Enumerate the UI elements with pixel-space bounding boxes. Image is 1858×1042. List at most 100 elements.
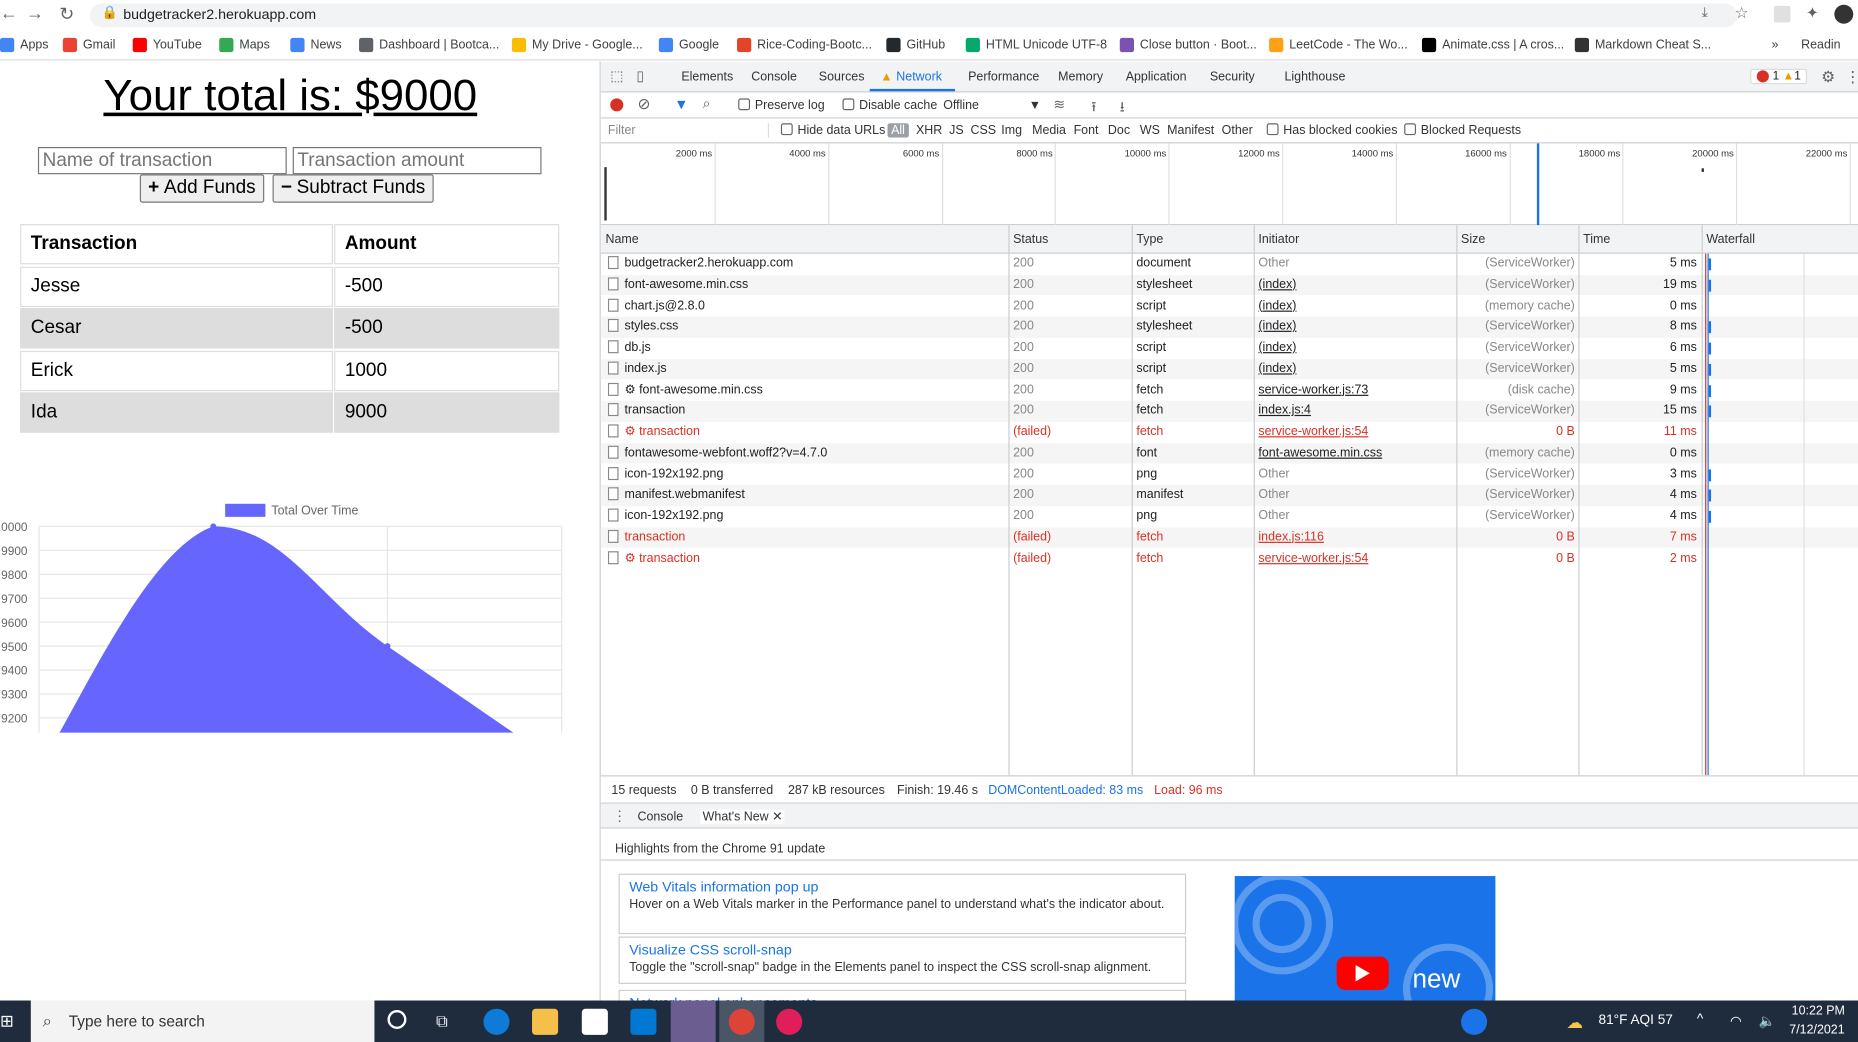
network-request-row[interactable]: index.js 200 script (index) (ServiceWorker) 5… [600, 358, 1858, 380]
devtools-tab-memory[interactable]: Memory [1058, 70, 1103, 84]
blocked-requests-checkbox[interactable]: Blocked Requests [1404, 123, 1521, 138]
bookmark-13[interactable]: Animate.css | A cros... [1421, 37, 1564, 53]
column-header-name[interactable]: Name [600, 225, 1009, 254]
network-request-row[interactable]: transaction 200 fetch index.js:4 (ServiceWor… [600, 400, 1858, 422]
address-bar[interactable] [90, 3, 1738, 28]
whats-new-card[interactable]: Web Vitals information pop up Hover on a … [618, 873, 1187, 935]
bookmark-3[interactable]: Maps [219, 37, 270, 53]
request-initiator[interactable]: service-worker.js:73 [1258, 380, 1454, 401]
devtools-tab-network[interactable]: ▲ Network [880, 70, 942, 84]
clock-date[interactable]: 7/12/2021 [1789, 1023, 1844, 1037]
bookmark-5[interactable]: Dashboard | Bootca... [359, 37, 499, 53]
device-toolbar-icon[interactable]: ▯ [636, 68, 644, 85]
task-view-icon[interactable]: ⧉ [436, 1011, 448, 1031]
type-filter-js[interactable]: JS [949, 123, 964, 137]
devtools-tab-application[interactable]: Application [1126, 70, 1187, 84]
file-explorer-icon[interactable] [532, 1008, 559, 1035]
type-filter-xhr[interactable]: XHR [916, 123, 942, 137]
windows-start-icon[interactable]: ⊞ [0, 1011, 14, 1031]
drawer-tab-whats-new[interactable]: What's New ✕ [700, 809, 785, 824]
settings-gear-icon[interactable]: ⚙ [1821, 68, 1835, 87]
transaction-amount-input[interactable]: Transaction amount [292, 146, 542, 175]
wifi-icon[interactable]: ◠ [1730, 1012, 1742, 1029]
cortana-icon[interactable] [387, 1009, 407, 1029]
card-title[interactable]: Visualize CSS scroll-snap [629, 941, 1175, 958]
type-filter-ws[interactable]: WS [1140, 123, 1160, 137]
subtract-funds-button[interactable]: − Subtract Funds [272, 174, 434, 203]
devtools-tab-lighthouse[interactable]: Lighthouse [1284, 70, 1345, 84]
request-initiator[interactable]: font-awesome.min.css [1258, 443, 1454, 464]
discord-taskbar-button[interactable] [670, 1000, 716, 1042]
request-initiator[interactable]: index.js:116 [1258, 527, 1454, 548]
reading-list[interactable]: Readin [1801, 38, 1840, 52]
card-title[interactable]: Web Vitals information pop up [629, 878, 1175, 895]
disable-cache-checkbox[interactable]: Disable cache [842, 98, 937, 113]
clear-icon[interactable]: ⊘ [638, 95, 651, 114]
devtools-tab-elements[interactable]: Elements [681, 70, 733, 84]
bookmark-10[interactable]: HTML Unicode UTF-8 [965, 37, 1107, 53]
edge-icon[interactable] [483, 1008, 510, 1035]
chevron-up-icon[interactable]: ^ [1697, 1012, 1703, 1026]
profile-avatar[interactable] [1834, 4, 1854, 24]
request-initiator[interactable]: (index) [1258, 359, 1454, 380]
column-header-status[interactable]: Status [1008, 225, 1132, 254]
network-request-row[interactable]: icon-192x192.png 200 png Other (ServiceWorke… [601, 506, 1858, 527]
extension-icon[interactable] [1773, 5, 1791, 23]
throttle-select[interactable]: Offline ▼ [943, 98, 1041, 112]
bookmark-4[interactable]: News [290, 37, 342, 53]
network-request-row[interactable]: ⚙ transaction (failed) fetch service-worker… [601, 422, 1858, 443]
whats-new-video-thumbnail[interactable]: new [1234, 876, 1496, 1007]
record-icon[interactable] [610, 98, 624, 112]
network-overview-timeline[interactable]: 2000 ms 4000 ms 6000 ms 8000 ms 10000 ms 1200… [600, 143, 1858, 226]
type-filter-img[interactable]: Img [1001, 123, 1022, 137]
back-arrow-icon[interactable]: ← [0, 4, 18, 24]
request-initiator[interactable]: service-worker.js:54 [1258, 422, 1454, 443]
bookmark-0[interactable]: Apps [0, 37, 49, 53]
drawer-menu-icon[interactable]: ⋮ [613, 807, 627, 824]
slack-icon[interactable] [776, 1008, 803, 1035]
drawer-tab-console[interactable]: Console [638, 810, 684, 824]
network-request-row[interactable]: db.js 200 script (index) (ServiceWorker) 6 ms [601, 338, 1858, 359]
hide-data-urls-checkbox[interactable]: Hide data URLs [780, 123, 885, 138]
devtools-tab-console[interactable]: Console [751, 70, 797, 84]
bookmark-11[interactable]: Close button · Boot... [1119, 37, 1257, 53]
bookmark-7[interactable]: Google [658, 37, 719, 53]
clock-time[interactable]: 10:22 PM [1792, 1004, 1845, 1018]
mail-icon[interactable] [630, 1008, 657, 1035]
bookmark-9[interactable]: GitHub [886, 37, 945, 53]
close-icon[interactable]: ✕ [772, 810, 782, 824]
network-request-row[interactable]: chart.js@2.8.0 200 script (index) (memory ca… [601, 296, 1858, 317]
search-icon[interactable]: ⌕ [703, 95, 711, 113]
filter-input[interactable]: Filter [608, 123, 770, 138]
request-initiator[interactable]: (index) [1258, 275, 1454, 296]
reload-icon[interactable]: ↻ [59, 4, 74, 25]
type-filter-manifest[interactable]: Manifest [1167, 123, 1214, 137]
network-request-row[interactable]: ⚙ transaction (failed) fetch service-worker… [601, 548, 1858, 569]
inspect-element-icon[interactable]: ⬚ [610, 68, 623, 85]
type-filter-other[interactable]: Other [1222, 123, 1253, 137]
bookmark-6[interactable]: My Drive - Google... [511, 37, 643, 53]
type-filter-css[interactable]: CSS [970, 123, 996, 137]
network-request-row[interactable]: ⚙ font-awesome.min.css 200 fetch service-wo… [601, 380, 1858, 401]
request-initiator[interactable]: index.js:4 [1258, 401, 1454, 422]
column-header-waterfall[interactable]: Waterfall [1701, 225, 1858, 254]
export-har-icon[interactable]: ⭳ [1120, 96, 1125, 121]
taskbar-search[interactable]: ⌕ Type here to search [30, 1000, 375, 1042]
more-bookmarks-chevron[interactable]: » [1772, 38, 1779, 52]
devtools-tab-performance[interactable]: Performance [968, 70, 1039, 84]
type-filter-doc[interactable]: Doc [1108, 123, 1130, 137]
has-blocked-cookies-checkbox[interactable]: Has blocked cookies [1266, 123, 1397, 138]
bookmark-12[interactable]: LeetCode - The Wo... [1269, 37, 1408, 53]
column-header-type[interactable]: Type [1131, 225, 1254, 254]
request-initiator[interactable]: service-worker.js:54 [1258, 548, 1454, 569]
lock-icon[interactable]: 🔒 [102, 5, 118, 20]
type-filter-media[interactable]: Media [1032, 123, 1066, 137]
network-request-row[interactable]: manifest.webmanifest 200 manifest Other (Ser… [600, 485, 1858, 507]
column-header-initiator[interactable]: Initiator [1253, 225, 1457, 254]
bookmark-8[interactable]: Rice-Coding-Bootc... [737, 37, 872, 53]
filter-funnel-icon[interactable]: ▼ [674, 96, 688, 113]
network-conditions-icon[interactable]: ≋ [1053, 96, 1065, 113]
request-initiator[interactable]: (index) [1258, 338, 1454, 359]
type-filter-font[interactable]: Font [1074, 123, 1099, 137]
bookmark-1[interactable]: Gmail [62, 37, 115, 53]
